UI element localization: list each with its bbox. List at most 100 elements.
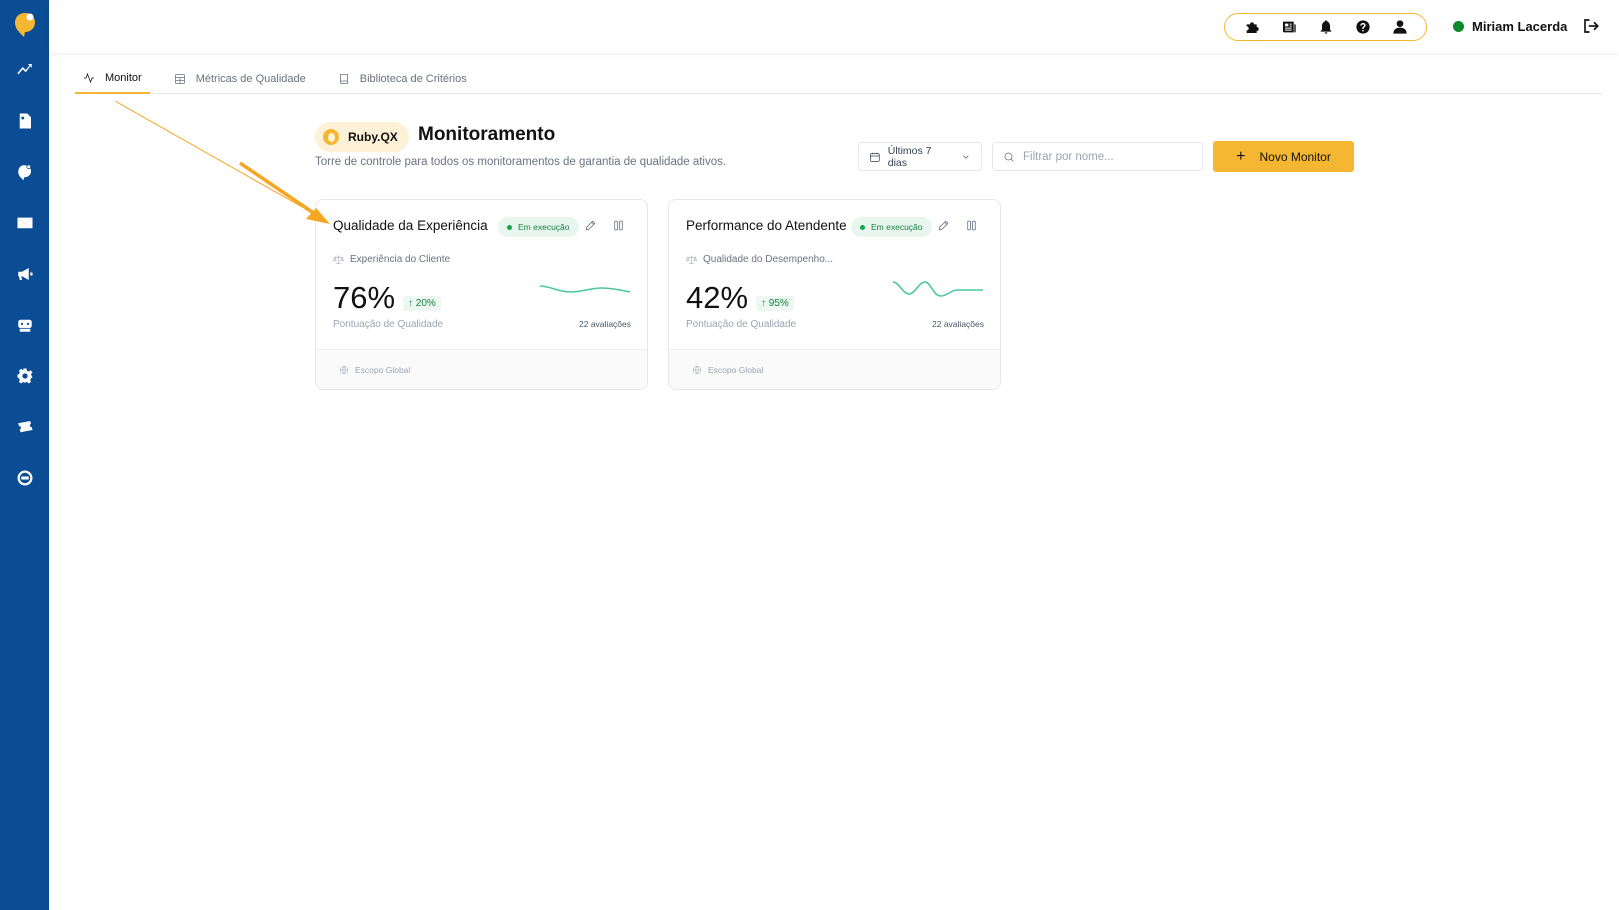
brand-logo-icon (323, 129, 339, 145)
user-info[interactable]: Miriam Lacerda (1453, 19, 1567, 34)
new-monitor-button[interactable]: + Novo Monitor (1213, 141, 1354, 172)
new-monitor-label: Novo Monitor (1259, 149, 1331, 164)
scope-label: Escopo Global (355, 364, 411, 375)
logout-button[interactable] (1582, 17, 1602, 37)
sidebar-item-bots[interactable] (0, 299, 49, 350)
search-icon (1004, 152, 1014, 162)
score-delta: ↑ 95% (756, 296, 794, 311)
pause-icon (614, 220, 623, 231)
sidebar (0, 0, 49, 910)
sidebar-item-tickets[interactable] (0, 401, 49, 452)
brand-badge: Ruby.QX (315, 122, 409, 152)
app-root: Miriam Lacerda Monitor Métricas de Quali… (0, 0, 1619, 910)
evaluations-count: 22 avaliações (932, 319, 984, 329)
sidebar-item-messages[interactable] (0, 197, 49, 248)
status-dot (860, 224, 865, 230)
bell-icon (1320, 20, 1331, 34)
monitor-category-label: Qualidade do Desempenho... (703, 254, 834, 265)
page-subtitle: Torre de controle para todos os monitora… (315, 156, 727, 168)
sidebar-item-reports[interactable] (0, 95, 49, 146)
status-dot (507, 224, 512, 230)
sidebar-item-nps[interactable] (0, 452, 49, 503)
edit-button[interactable] (937, 219, 953, 235)
news-button[interactable] (1277, 15, 1301, 39)
edit-button[interactable] (584, 219, 600, 235)
monitor-card[interactable]: Performance do Atendente Em execução Qua… (668, 199, 1001, 390)
sidebar-item-analytics[interactable] (0, 44, 49, 95)
app-logo-icon[interactable] (12, 10, 38, 40)
annotation-arrow (114, 100, 330, 224)
megaphone-icon (17, 267, 32, 280)
logout-icon (1584, 19, 1599, 33)
sidebar-menu (0, 44, 49, 503)
pencil-icon (585, 220, 596, 231)
tab-criteria-library[interactable]: Biblioteca de Critérios (330, 64, 475, 94)
score-delta: ↑ 20% (403, 296, 441, 311)
status-badge: Em execução (498, 217, 579, 237)
help-button[interactable] (1351, 15, 1375, 39)
profile-button[interactable] (1388, 15, 1412, 39)
question-icon (1355, 20, 1370, 34)
brand-name: Ruby.QX (348, 130, 398, 144)
scale-icon (333, 255, 344, 264)
page-title: Monitoramento (418, 124, 556, 145)
monitor-category: Qualidade do Desempenho... (686, 254, 833, 265)
brand-bubble-icon (17, 164, 31, 180)
tab-quality-metrics-label: Métricas de Qualidade (195, 73, 306, 85)
sparkline (893, 281, 983, 297)
robot-icon (17, 319, 32, 332)
status-label: Em execução (518, 222, 570, 232)
notifications-button[interactable] (1314, 15, 1338, 39)
date-range-dropdown[interactable]: Últimos 7 dias (858, 142, 982, 171)
pencil-icon (938, 220, 949, 231)
puzzle-icon (1246, 22, 1259, 33)
sparkline (540, 285, 630, 293)
pause-button[interactable] (612, 219, 628, 235)
book-icon (339, 74, 348, 84)
scope-label: Escopo Global (708, 364, 764, 375)
tab-quality-metrics[interactable]: Métricas de Qualidade (166, 64, 314, 94)
pause-button[interactable] (965, 219, 981, 235)
quality-score: 42% (686, 280, 749, 315)
sidebar-item-brand[interactable] (0, 146, 49, 197)
tab-criteria-library-label: Biblioteca de Critérios (359, 73, 467, 85)
monitor-category-label: Experiência do Cliente (350, 254, 451, 265)
newspaper-icon (1282, 21, 1296, 33)
chart-line-icon (17, 63, 32, 74)
sidebar-item-campaigns[interactable] (0, 248, 49, 299)
ticket-icon (17, 420, 32, 432)
extensions-button[interactable] (1240, 15, 1264, 39)
monitor-card[interactable]: Qualidade da Experiência Em execução Exp… (315, 199, 648, 390)
date-range-label: Últimos 7 dias (887, 144, 932, 169)
activity-icon (84, 72, 94, 84)
quality-score: 76% (333, 280, 396, 315)
status-badge: Em execução (851, 217, 932, 237)
chevron-down-icon (963, 155, 969, 159)
envelope-icon (17, 217, 32, 228)
tab-monitor[interactable]: Monitor (75, 64, 150, 94)
monitor-card-title: Qualidade da Experiência (333, 218, 488, 233)
status-label: Em execução (871, 222, 923, 232)
online-status-dot (1453, 21, 1464, 32)
score-label: Pontuação de Qualidade (333, 319, 444, 330)
search-input[interactable] (1023, 150, 1192, 163)
nps-icon (17, 470, 33, 485)
tab-monitor-label: Monitor (105, 72, 142, 84)
score-label: Pontuação de Qualidade (686, 319, 797, 330)
top-icon-group (1224, 13, 1427, 41)
user-icon (1392, 20, 1407, 34)
monitor-category: Experiência do Cliente (333, 254, 450, 265)
calendar-icon (870, 152, 880, 162)
pause-icon (967, 220, 976, 231)
card-footer: Escopo Global (669, 349, 1000, 389)
globe-icon (340, 365, 348, 374)
tab-bar: Monitor Métricas de Qualidade Biblioteca… (75, 64, 1602, 94)
plus-icon: + (1236, 147, 1246, 165)
globe-icon (693, 365, 701, 374)
card-footer: Escopo Global (316, 349, 647, 389)
document-icon (19, 113, 31, 128)
gear-icon (17, 368, 32, 383)
grid-icon (174, 74, 185, 84)
sidebar-item-settings[interactable] (0, 350, 49, 401)
scale-icon (686, 255, 697, 264)
